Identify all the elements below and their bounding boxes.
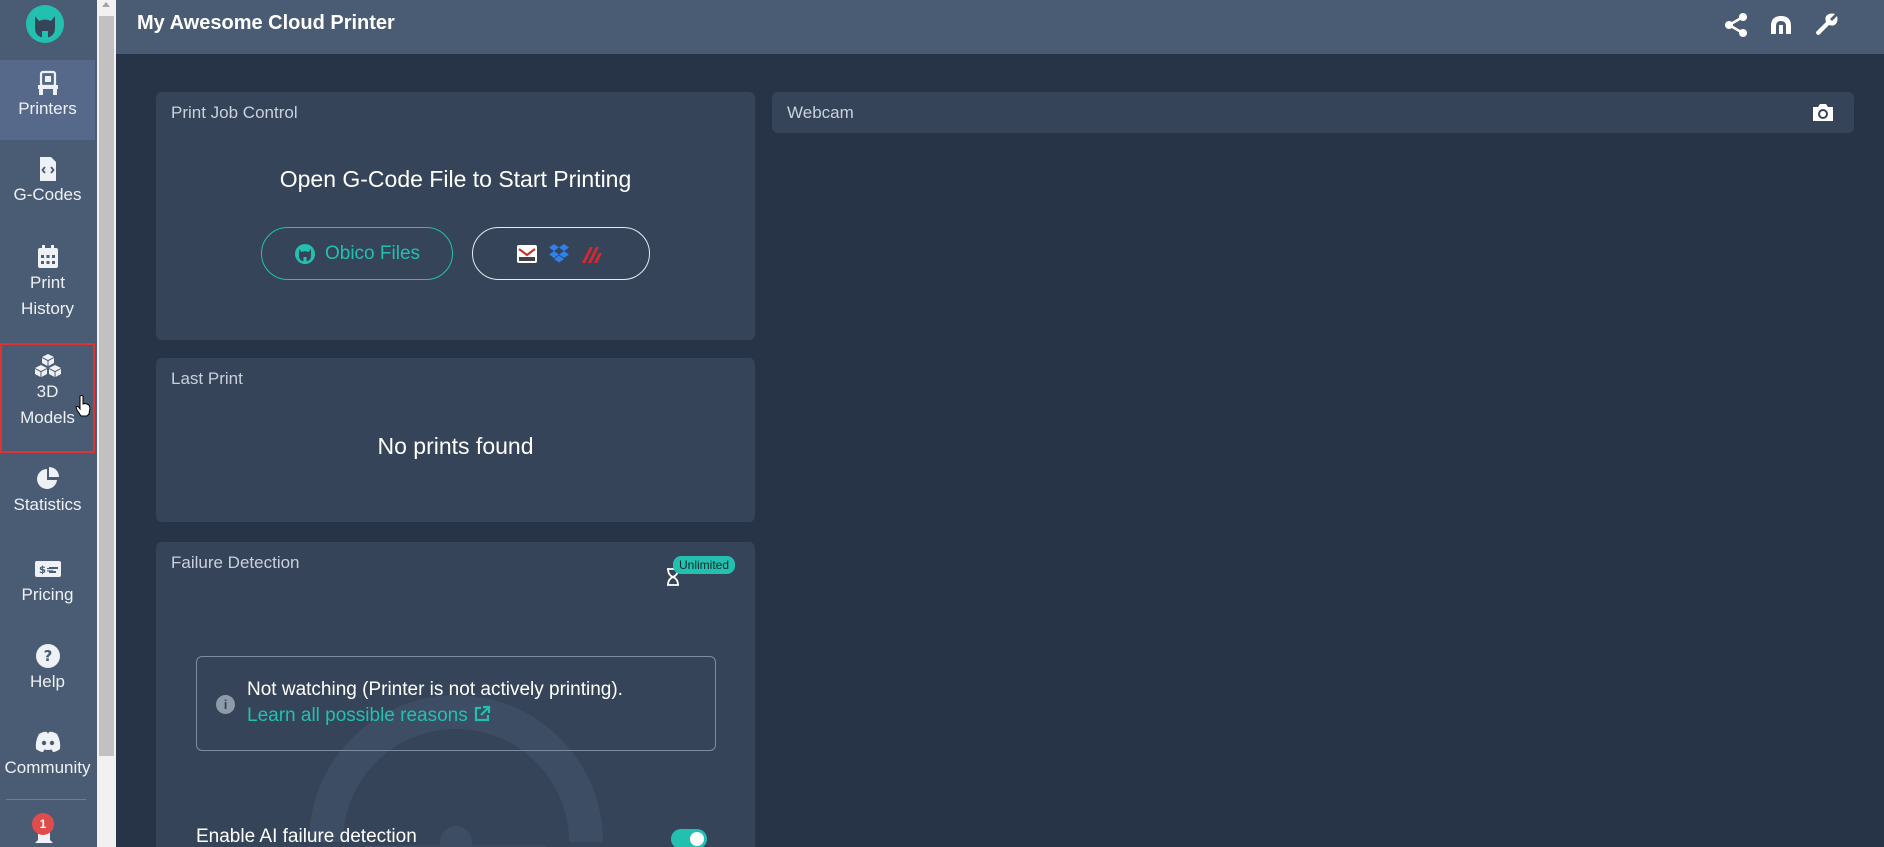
scrollbar-thumb[interactable] xyxy=(99,16,114,756)
printables-icon xyxy=(582,246,602,263)
card-title: Print Job Control xyxy=(171,103,298,122)
obico-files-button[interactable]: Obico Files xyxy=(261,227,453,280)
sidebar-nav: Printers G-Codes Print History 3D Models… xyxy=(0,0,95,847)
last-print-card: Last Print No prints found xyxy=(156,358,755,522)
wrench-icon[interactable] xyxy=(1813,12,1839,38)
plan-badge: Unlimited xyxy=(673,556,736,574)
sidebar-item-label: Community xyxy=(4,758,91,777)
sidebar-item-printers[interactable]: Printers xyxy=(0,60,95,140)
learn-reasons-link[interactable]: Learn all possible reasons xyxy=(247,705,491,727)
sidebar-item-label: Pricing xyxy=(21,585,74,604)
sidebar-item-label-line2: History xyxy=(21,299,74,318)
octoprint-tunnel-icon[interactable] xyxy=(1768,12,1794,38)
sidebar-item-3d-models[interactable]: 3D Models xyxy=(0,343,95,453)
external-link-icon xyxy=(474,705,491,722)
sidebar-item-statistics[interactable]: Statistics xyxy=(0,462,95,542)
sidebar-divider xyxy=(6,799,86,800)
learn-reasons-label: Learn all possible reasons xyxy=(247,705,468,726)
sidebar-item-community[interactable]: Community xyxy=(0,725,95,805)
question-circle-icon: ? xyxy=(35,644,60,668)
ai-detection-toggle-label: Enable AI failure detection xyxy=(196,826,417,847)
not-watching-status: Not watching (Printer is not actively pr… xyxy=(247,679,623,700)
sidebar-item-print-history[interactable]: Print History xyxy=(0,238,95,334)
obico-files-label: Obico Files xyxy=(324,242,421,264)
obico-logo-icon[interactable] xyxy=(25,4,65,44)
card-title: Failure Detection xyxy=(171,553,300,572)
obico-logo-icon xyxy=(294,243,315,264)
open-gcode-heading: Open G-Code File to Start Printing xyxy=(279,166,632,192)
money-bill-icon: $= xyxy=(34,561,61,577)
sidebar-item-pricing[interactable]: $= Pricing xyxy=(0,552,95,632)
calendar-icon xyxy=(37,245,58,268)
hand-cursor-icon xyxy=(75,395,91,417)
not-watching-alert: i Not watching (Printer is not actively … xyxy=(196,656,716,751)
print-job-control-card: Print Job Control Open G-Code File to St… xyxy=(156,92,755,340)
webcam-card: Webcam xyxy=(772,92,1854,133)
share-icon[interactable] xyxy=(1723,12,1749,38)
sidebar-item-gcodes[interactable]: G-Codes xyxy=(0,150,95,230)
gcode-file-icon xyxy=(39,157,56,181)
ai-detection-toggle[interactable] xyxy=(671,829,707,847)
thingiverse-icon xyxy=(517,244,537,263)
info-icon: i xyxy=(216,695,235,714)
sidebar-item-label: Statistics xyxy=(13,495,82,514)
printer-icon xyxy=(37,70,58,95)
svg-text:$=: $= xyxy=(39,565,54,576)
sidebar-item-label-line1: Print xyxy=(30,273,65,292)
pie-chart-icon xyxy=(36,467,59,489)
top-bar: My Awesome Cloud Printer xyxy=(116,0,1884,54)
notification-badge: 1 xyxy=(32,813,54,835)
sidebar-scrollbar[interactable] xyxy=(97,0,116,847)
cubes-icon xyxy=(34,354,61,377)
no-prints-message: No prints found xyxy=(377,433,534,459)
sidebar-item-help[interactable]: ? Help xyxy=(0,639,95,719)
svg-text:?: ? xyxy=(43,647,52,665)
sidebar: Printers G-Codes Print History 3D Models… xyxy=(0,0,97,847)
sidebar-item-label: Help xyxy=(30,672,65,691)
page-title: My Awesome Cloud Printer xyxy=(137,12,395,34)
card-title: Webcam xyxy=(787,103,854,122)
external-sources-button[interactable] xyxy=(472,227,650,280)
scroll-up-arrow-icon[interactable] xyxy=(102,2,110,7)
discord-icon xyxy=(35,731,60,752)
sidebar-item-label: G-Codes xyxy=(13,185,82,204)
card-title: Last Print xyxy=(171,369,243,388)
camera-icon[interactable] xyxy=(1811,101,1835,123)
dropbox-icon xyxy=(549,243,569,262)
sidebar-item-label: Printers xyxy=(18,99,77,118)
